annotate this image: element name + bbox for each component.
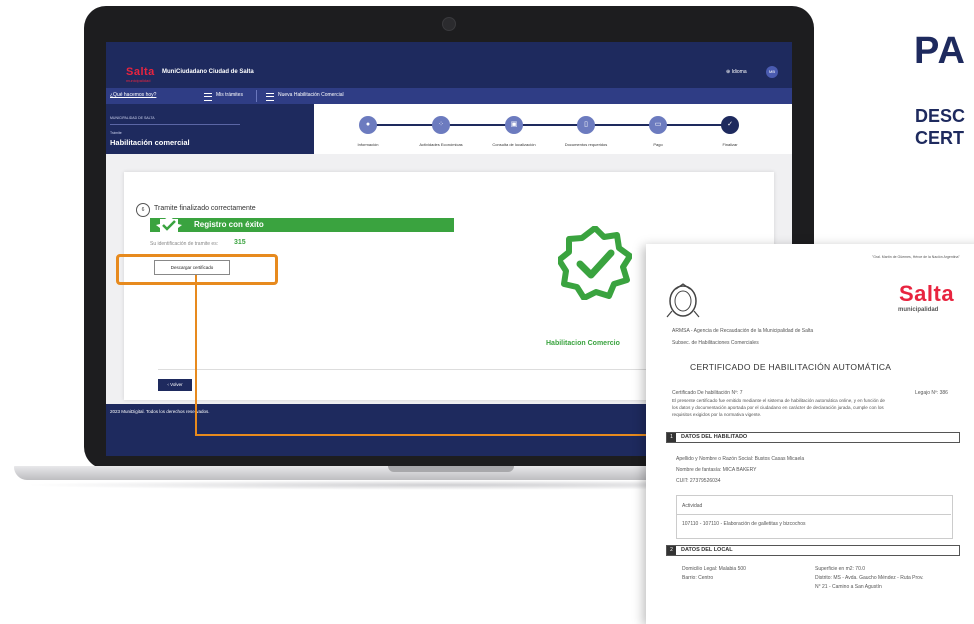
avatar[interactable]: MB [766,66,778,78]
globe-icon: ⊕ [726,69,731,75]
banner-title: Habilitación comercial [110,138,190,147]
result-title: Tramite finalizado correctamente [154,205,256,212]
back-button[interactable]: ‹ Volver [158,379,192,391]
cert-salta-logo: Salta [899,281,955,306]
banner-org: MUNICIPALIDAD DE SALTA [110,116,155,120]
step-label: Finalizar [722,142,738,147]
camera-icon [442,17,456,31]
cert-agency: ARMSA - Agencia de Recaudación de la Mun… [672,328,814,334]
cert-cuit: CUIT: 27379526034 [676,478,721,484]
stepper-line [368,124,722,126]
cert-paragraph: El presente certificado fue emitido medi… [672,398,885,403]
menu-icon [204,93,212,101]
success-text: Registro con éxito [194,220,264,229]
cert-municipalidad: municipalidad [898,307,939,313]
cert-section-habilitado: 1 DATOS DEL HABILITADO [666,432,960,443]
approved-badge-icon [558,226,632,300]
section-number: 1 [667,433,676,442]
step-label: Pago [653,142,663,147]
section-label: DATOS DEL LOCAL [681,547,733,553]
cert-superficie: Superficie en m2: 70.0 [815,566,866,572]
tramite-id-value: 315 [234,239,246,246]
badge-label: Habilitacion Comercio [546,340,620,347]
language-label: Idioma [731,69,747,75]
tramite-id-label: Su identificación de tramite es: [150,241,219,247]
cert-legajo: Legajo Nº: 386 [915,390,948,396]
cert-actividad-box [676,495,953,539]
coat-of-arms-icon [666,283,700,318]
banner-divider [110,124,240,125]
step-localizacion-icon[interactable]: ▣ [505,116,523,134]
menu-icon [266,93,274,101]
connector-line [195,275,197,435]
nav-nueva-habilitacion[interactable]: Nueva Habilitación Comercial [278,92,344,98]
cert-section-local: 2 DATOS DEL LOCAL [666,545,960,556]
page-heading: PA [914,30,966,72]
cert-distrito: Distrito: MS - Avda. Gaucho Méndez - Rut… [815,575,924,581]
highlight-box [116,254,278,285]
cert-actividad-label: Actividad [682,503,703,509]
cert-title: CERTIFICADO DE HABILITACIÓN AUTOMÁTICA [690,362,892,372]
cert-number: Certificado De habilitación Nº: 7 [672,390,743,396]
step-pago-icon[interactable]: ▭ [649,116,667,134]
step-number: 6 [136,203,150,217]
step-info-icon[interactable]: ● [359,116,377,134]
app-title: MuniCiudadano Ciudad de Salta [162,69,254,75]
nav-divider [256,90,257,102]
cert-paragraph: requisitos exigidos por la normativa vig… [672,412,762,417]
section-number: 2 [667,546,676,555]
chevron-left-icon: ‹ [167,382,169,387]
step-label: Documentos requeridos [564,142,608,147]
nav-help-link[interactable]: ¿Qué hacemos hoy? [110,92,156,98]
language-selector[interactable]: ⊕ Idioma [726,69,747,75]
step-documentos-icon[interactable]: ▯ [577,116,595,134]
subheading-line-2: CERT [915,128,964,148]
cert-apellido: Apellido y Nombre o Razón Social: Bustos… [676,456,805,462]
step-label: Información [357,142,379,147]
section-label: DATOS DEL HABILITADO [681,434,748,440]
salta-logo-sub: municipalidad [126,78,151,83]
subheading-line-1: DESC [915,106,966,126]
page-subheading: DESC CERT [915,105,965,149]
banner-tramite-label: Trámite [110,131,122,135]
step-actividades-icon[interactable]: ⁘ [432,116,450,134]
cert-barrio: Barrio: Centro [682,575,714,581]
cert-actividad-divider [676,514,951,515]
back-label: Volver [170,382,183,387]
cert-subsec: Subsec. de Habilitaciones Comerciales [672,340,759,346]
step-finalizar-icon[interactable]: ✓ [721,116,739,134]
cert-distrito: N° 21 - Camino a San Agustín [815,584,882,590]
step-label: Consulta de localización [492,142,536,147]
step-label: Actividades Económicas [419,142,463,147]
cert-domicilio: Domicilio Legal: Malabia 500 [682,566,746,572]
nav-mis-tramites[interactable]: Mis trámites [216,92,243,98]
cert-top-note: "Gral. Martín de Güemes, Héroe de la Nac… [872,255,960,259]
app-header [106,42,792,88]
laptop-notch [388,466,514,472]
check-badge-icon [156,216,182,234]
cert-fantasia: Nombre de fantasía: MICA BAKERY [676,467,757,473]
cert-paragraph: los datos y documentación aportada por e… [672,405,884,410]
salta-logo[interactable]: Salta [126,66,155,78]
connector-line [195,434,647,436]
cert-actividad-value: 107110 - 107110 - Elaboración de galleti… [682,521,806,527]
